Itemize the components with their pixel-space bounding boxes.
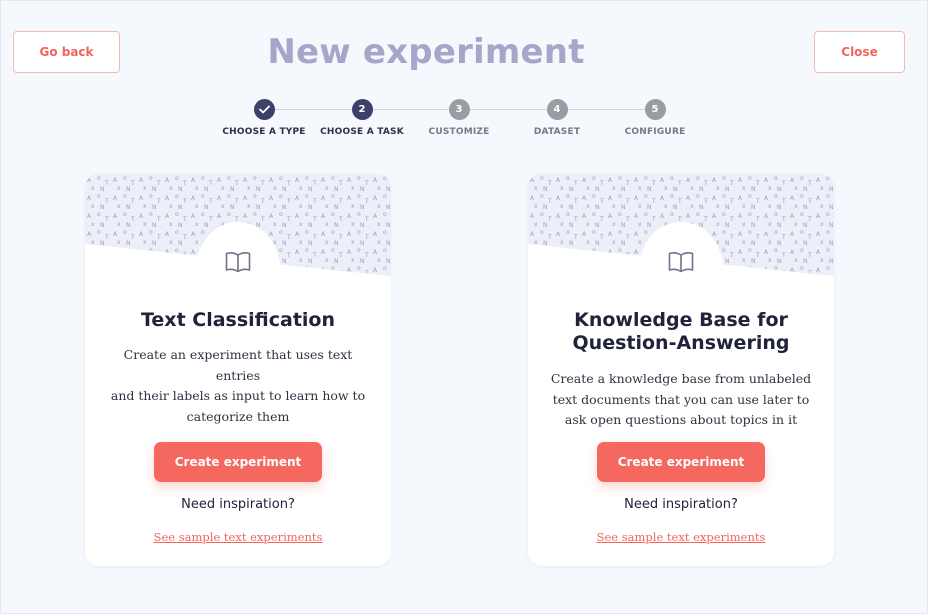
step-choose-type[interactable]: CHOOSE A TYPE [214, 99, 314, 137]
sample-experiments-link[interactable]: See sample text experiments [528, 530, 834, 544]
step-number: 3 [448, 99, 470, 120]
create-experiment-button[interactable]: Create experiment [597, 442, 765, 482]
step-choose-task[interactable]: 2 CHOOSE A TASK [312, 99, 412, 137]
card-title: Text Classification [140, 309, 336, 331]
inspiration-text: Need inspiration? [624, 497, 738, 512]
step-dataset[interactable]: 4 DATASET [507, 99, 607, 137]
check-icon [253, 99, 275, 120]
close-button[interactable]: Close [814, 31, 905, 73]
card-title-line: Knowledge Base for [574, 309, 788, 331]
step-customize[interactable]: 3 CUSTOMIZE [409, 99, 509, 137]
card-description: Create an experiment that uses text entr… [105, 345, 371, 427]
description-line: Create a knowledge base from unlabeled [550, 371, 812, 386]
card-title: Knowledge Base for Question-Answering [528, 309, 834, 355]
description-line: text documents that you can use later to [552, 391, 810, 407]
book-icon [668, 252, 694, 273]
task-card-text-classification: A o T x N Text Classification Create an … [85, 174, 391, 566]
step-label: CUSTOMIZE [428, 127, 490, 137]
stepper: CHOOSE A TYPE 2 CHOOSE A TASK 3 CUSTOMIZ… [0, 99, 928, 145]
step-number: 5 [644, 99, 666, 120]
step-configure[interactable]: 5 CONFIGURE [605, 99, 705, 137]
step-label: CONFIGURE [624, 127, 686, 137]
create-experiment-button[interactable]: Create experiment [154, 442, 322, 482]
step-label: CHOOSE A TYPE [222, 127, 306, 137]
step-label: DATASET [533, 127, 581, 137]
book-icon [225, 252, 251, 273]
description-line: and their labels as input to learn how t… [110, 388, 366, 403]
description-line: ask open questions about topics in it [564, 412, 798, 427]
description-line: Create an experiment that uses text entr… [123, 347, 353, 383]
card-title-line: Question-Answering [572, 332, 790, 354]
page-title: New experiment [267, 32, 585, 72]
description-line: categorize them [186, 408, 290, 424]
step-label: CHOOSE A TASK [320, 127, 404, 137]
step-number: 4 [546, 99, 568, 120]
inspiration-text: Need inspiration? [181, 497, 295, 512]
task-card-knowledge-base: A o T x N Knowledge Base for Question-An… [528, 174, 834, 566]
card-description: Create a knowledge base from unlabeled t… [548, 369, 814, 431]
sample-experiments-link[interactable]: See sample text experiments [85, 530, 391, 544]
step-number: 2 [351, 99, 373, 120]
